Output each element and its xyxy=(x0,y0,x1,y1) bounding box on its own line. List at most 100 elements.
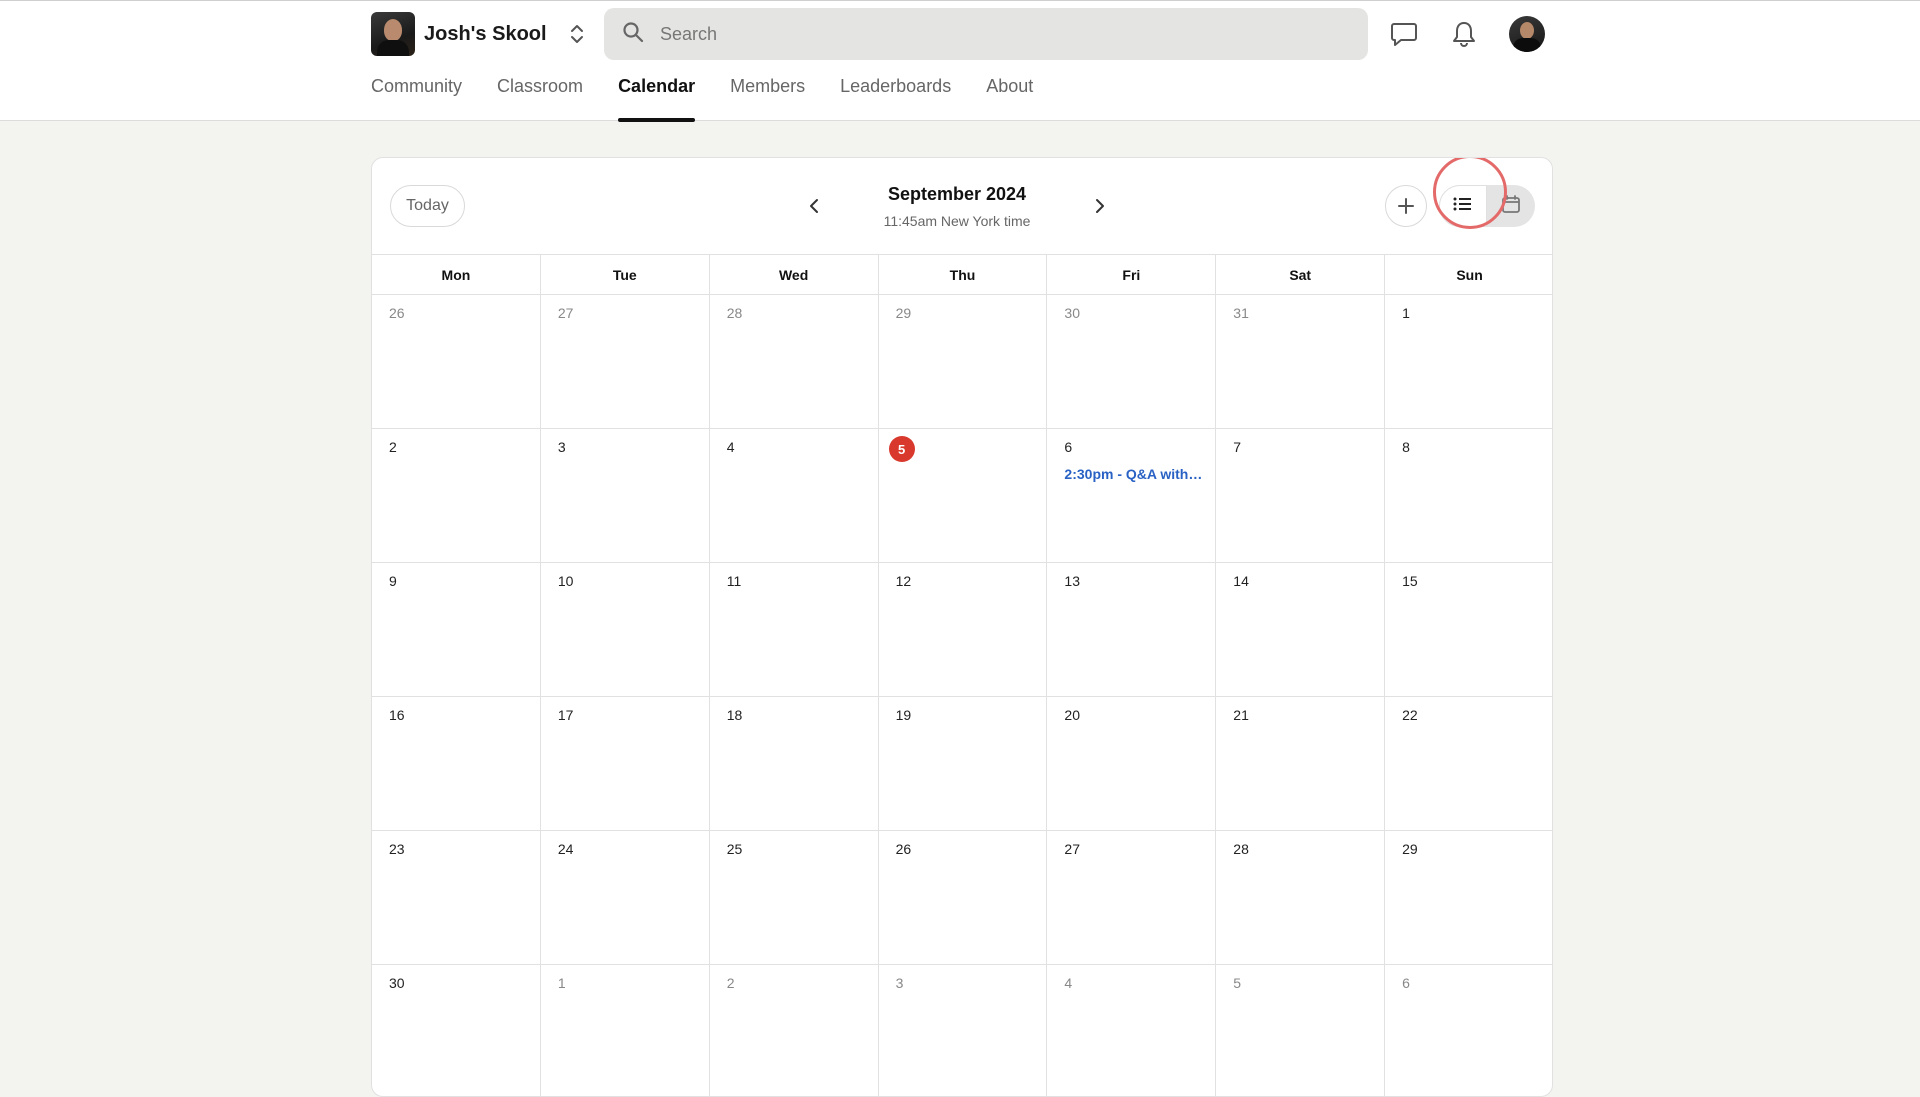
day-cell[interactable]: 10 xyxy=(541,563,710,696)
weeks-container: 26 27 28 29 30 31 1 2 3 4 5 6 2:30pm - Q&A with… 7 8 9 1… xyxy=(372,295,1552,1096)
search-bar[interactable] xyxy=(604,8,1368,60)
day-cell[interactable]: 19 xyxy=(879,697,1048,830)
day-cell[interactable]: 6 xyxy=(1385,965,1552,1096)
day-cell[interactable]: 27 xyxy=(541,295,710,428)
chevron-right-icon[interactable] xyxy=(1088,194,1112,218)
day-cell[interactable]: 26 xyxy=(372,295,541,428)
week-row: 9 10 11 12 13 14 15 xyxy=(372,563,1552,697)
user-avatar[interactable] xyxy=(1509,16,1545,52)
day-number: 26 xyxy=(895,841,912,857)
day-cell[interactable]: 26 xyxy=(879,831,1048,964)
day-cell[interactable]: 30 xyxy=(1047,295,1217,428)
day-cell[interactable]: 25 xyxy=(710,831,879,964)
day-number: 6 xyxy=(1402,975,1410,991)
day-cell[interactable]: 3 xyxy=(541,429,710,562)
weekday-header-tue: Tue xyxy=(541,255,710,294)
day-cell[interactable]: 2 xyxy=(372,429,541,562)
community-name[interactable]: Josh's Skool xyxy=(424,23,547,46)
day-cell[interactable]: 5 xyxy=(1216,965,1386,1096)
day-cell[interactable]: 22 xyxy=(1385,697,1552,830)
month-grid: Mon Tue Wed Thu Fri Sat Sun 26 27 28 29 30 31 1 2 3 4 5 6… xyxy=(372,254,1552,1096)
day-number: 27 xyxy=(557,305,574,321)
month-title: September 2024 xyxy=(887,184,1027,204)
weekday-header-thu: Thu xyxy=(879,255,1048,294)
day-number: 29 xyxy=(895,305,912,321)
day-cell[interactable]: 28 xyxy=(710,295,879,428)
day-cell[interactable]: 27 xyxy=(1047,831,1217,964)
day-number: 25 xyxy=(726,841,743,857)
community-brand[interactable]: Josh's Skool xyxy=(371,12,585,56)
day-number: 16 xyxy=(389,707,405,723)
tab-about[interactable]: About xyxy=(986,76,1033,122)
day-cell[interactable]: 6 2:30pm - Q&A with… xyxy=(1047,429,1217,562)
search-input[interactable] xyxy=(658,22,1338,46)
top-header: Josh's Skool Community C xyxy=(0,0,1920,122)
plus-icon xyxy=(1398,198,1414,214)
day-number: 31 xyxy=(1233,305,1249,321)
week-row: 23 24 25 26 27 28 29 xyxy=(372,831,1552,965)
weekday-header-mon: Mon xyxy=(372,255,541,294)
day-number: 20 xyxy=(1064,707,1080,723)
day-cell[interactable]: 30 xyxy=(372,965,541,1096)
day-cell[interactable]: 14 xyxy=(1216,563,1386,696)
list-view-button[interactable] xyxy=(1439,185,1487,227)
day-cell[interactable]: 29 xyxy=(879,295,1048,428)
chevron-up-down-icon[interactable] xyxy=(569,22,585,46)
day-cell[interactable]: 15 xyxy=(1385,563,1552,696)
day-number: 7 xyxy=(1233,439,1242,455)
day-number: 1 xyxy=(1402,305,1410,321)
day-number: 10 xyxy=(557,573,574,589)
day-cell[interactable]: 24 xyxy=(541,831,710,964)
day-cell[interactable]: 3 xyxy=(879,965,1048,1096)
day-cell[interactable]: 31 xyxy=(1216,295,1386,428)
day-number: 27 xyxy=(1064,841,1080,857)
tab-members[interactable]: Members xyxy=(730,76,805,122)
day-cell[interactable]: 16 xyxy=(372,697,541,830)
tab-community[interactable]: Community xyxy=(371,76,462,122)
week-row: 16 17 18 19 20 21 22 xyxy=(372,697,1552,831)
calendar-icon xyxy=(1501,194,1521,219)
day-cell[interactable]: 7 xyxy=(1216,429,1386,562)
day-cell[interactable]: 29 xyxy=(1385,831,1552,964)
day-cell[interactable]: 1 xyxy=(541,965,710,1096)
day-cell[interactable]: 12 xyxy=(879,563,1048,696)
day-number: 21 xyxy=(1233,707,1249,723)
day-cell[interactable]: 4 xyxy=(1047,965,1217,1096)
tab-leaderboards[interactable]: Leaderboards xyxy=(840,76,951,122)
month-navigator: September 2024 11:45am New York time xyxy=(802,180,1112,236)
day-cell[interactable]: 8 xyxy=(1385,429,1552,562)
day-cell[interactable]: 21 xyxy=(1216,697,1386,830)
day-cell[interactable]: 28 xyxy=(1216,831,1386,964)
day-number: 15 xyxy=(1402,573,1418,589)
day-number: 24 xyxy=(557,841,574,857)
add-event-button[interactable] xyxy=(1385,185,1427,227)
tab-calendar[interactable]: Calendar xyxy=(618,76,696,122)
event-link[interactable]: 2:30pm - Q&A with… xyxy=(1064,466,1204,482)
week-row: 26 27 28 29 30 31 1 xyxy=(372,295,1552,429)
tab-classroom[interactable]: Classroom xyxy=(497,76,583,122)
view-toggle xyxy=(1439,185,1535,227)
day-cell[interactable]: 17 xyxy=(541,697,710,830)
chat-icon[interactable] xyxy=(1388,18,1420,50)
today-date-badge: 5 xyxy=(888,436,915,462)
week-row: 30 1 2 3 4 5 6 xyxy=(372,965,1552,1096)
main-nav: Community Classroom Calendar Members Lea… xyxy=(371,76,1068,122)
day-cell[interactable]: 11 xyxy=(710,563,879,696)
day-cell[interactable]: 5 xyxy=(879,429,1048,562)
day-cell[interactable]: 20 xyxy=(1047,697,1217,830)
day-cell[interactable]: 23 xyxy=(372,831,541,964)
day-cell[interactable]: 13 xyxy=(1047,563,1217,696)
day-cell[interactable]: 1 xyxy=(1385,295,1552,428)
day-number: 17 xyxy=(557,707,574,723)
weekday-header-row: Mon Tue Wed Thu Fri Sat Sun xyxy=(372,255,1552,295)
calendar-view-button[interactable] xyxy=(1487,185,1535,227)
day-cell[interactable]: 4 xyxy=(710,429,879,562)
day-cell[interactable]: 2 xyxy=(710,965,879,1096)
day-cell[interactable]: 9 xyxy=(372,563,541,696)
today-button[interactable]: Today xyxy=(390,185,465,227)
day-number: 28 xyxy=(726,305,743,321)
day-cell[interactable]: 18 xyxy=(710,697,879,830)
community-logo[interactable] xyxy=(371,12,415,56)
bell-icon[interactable] xyxy=(1448,18,1480,50)
day-number: 8 xyxy=(1402,439,1410,455)
